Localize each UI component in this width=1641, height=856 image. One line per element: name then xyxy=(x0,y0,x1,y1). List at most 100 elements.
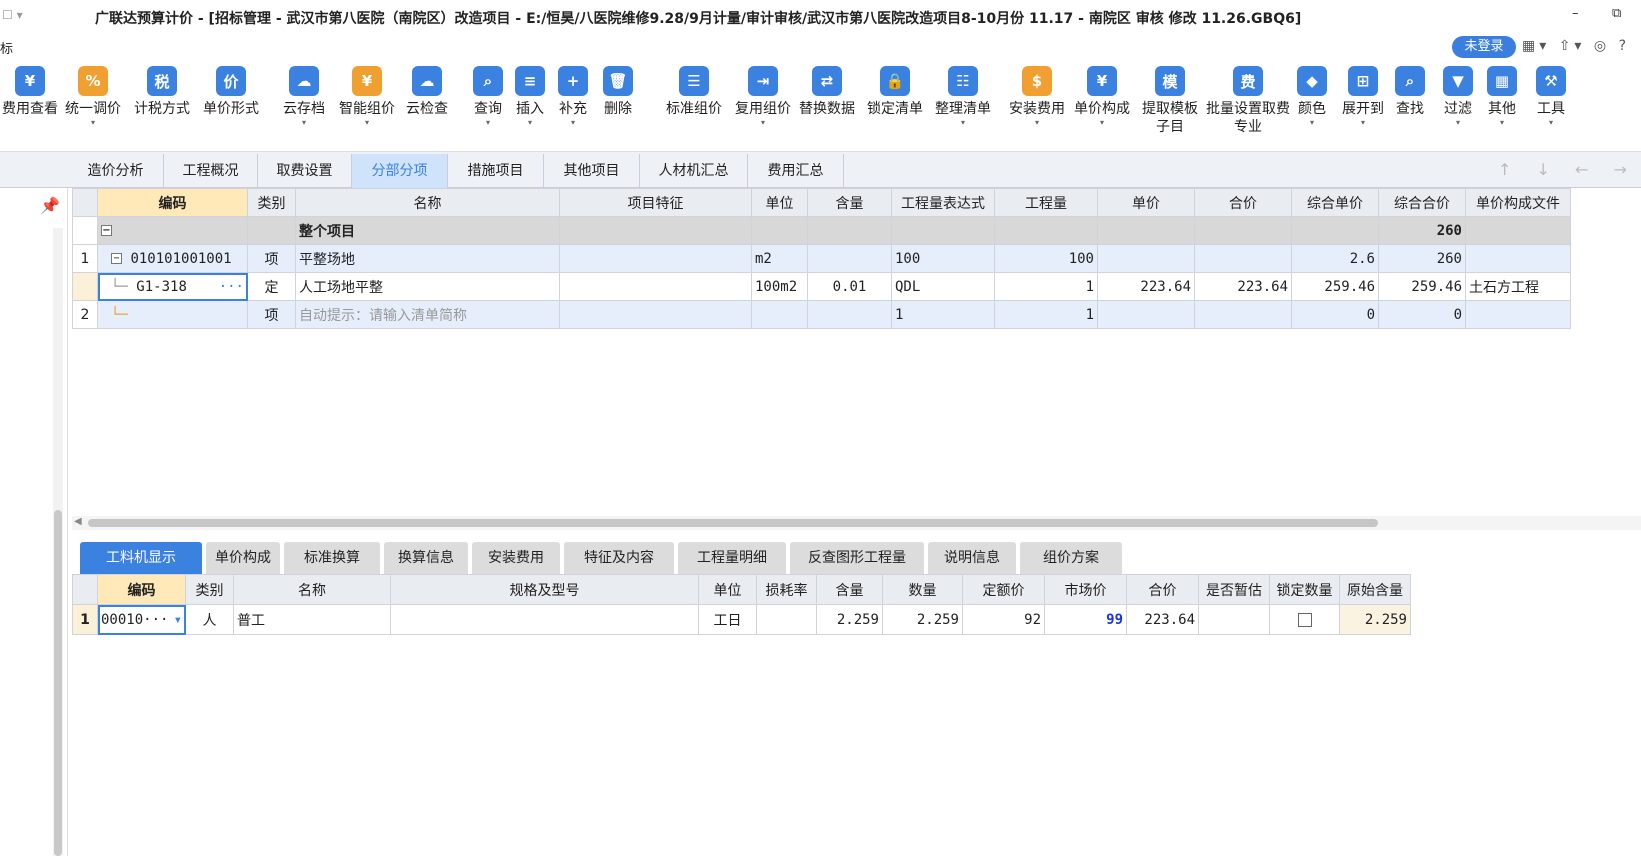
col-code[interactable]: 编码 xyxy=(97,188,248,217)
toolbar-button-10[interactable]: 🗑 删除 xyxy=(598,66,638,148)
toolbar-button-1[interactable]: % 统一调价 ▾ xyxy=(62,66,124,148)
detail-tab-7[interactable]: 反查图形工程量 xyxy=(790,542,924,574)
col-res-quota[interactable]: 定额价 xyxy=(962,574,1045,605)
toolbar-button-6[interactable]: ☁ 云检查 xyxy=(400,66,454,148)
chevron-down-icon[interactable]: ▾ xyxy=(1338,118,1388,128)
col-expr[interactable]: 工程量表达式 xyxy=(891,188,995,217)
more-button[interactable]: ··· xyxy=(219,279,244,295)
detail-tab-2[interactable]: 标准换算 xyxy=(284,542,380,574)
chevron-down-icon[interactable]: ▾ xyxy=(553,118,593,128)
detail-tab-6[interactable]: 工程量明细 xyxy=(678,542,786,574)
menu-item-bid[interactable]: 标 xyxy=(0,38,13,57)
chevron-down-icon[interactable]: ▾ xyxy=(174,612,182,628)
chevron-down-icon[interactable]: ▾ xyxy=(1068,118,1136,128)
table-row[interactable]: 1 00010··· ▾ 人 普工 工日 2.259 2.259 92 99 22… xyxy=(72,604,1411,635)
menu-right-icons[interactable]: ▦▾ ⇧▾ ◎ ? xyxy=(1522,38,1630,54)
col-type[interactable]: 类别 xyxy=(247,188,296,217)
chevron-down-icon[interactable]: ▾ xyxy=(336,118,398,128)
col-total[interactable]: 合价 xyxy=(1194,188,1292,217)
table-row[interactable]: 2 └─ 项 自动提示：请输入清单简称 1 1 0 0 xyxy=(72,300,1571,329)
pin-icon[interactable]: 📌 xyxy=(40,196,60,215)
vertical-scrollbar[interactable] xyxy=(53,228,63,856)
nav-arrows-icon[interactable]: ↑ ↓ ← → xyxy=(1498,160,1637,179)
detail-tab-1[interactable]: 单价构成 xyxy=(206,542,280,574)
detail-tab-9[interactable]: 组价方案 xyxy=(1020,542,1122,574)
col-res-unit[interactable]: 单位 xyxy=(698,574,757,605)
tab-1[interactable]: 工程概况 xyxy=(164,154,258,188)
toolbar-button-3[interactable]: 价单价形式 xyxy=(196,66,266,148)
toolbar-button-19[interactable]: 费批量设置取费专业 xyxy=(1206,66,1290,148)
col-res-qty[interactable]: 数量 xyxy=(882,574,963,605)
scroll-left-icon[interactable]: ◀ xyxy=(74,516,82,527)
toolbar-button-20[interactable]: ◆ 颜色 ▾ xyxy=(1290,66,1334,148)
tab-4[interactable]: 措施项目 xyxy=(448,154,544,188)
lock-quantity-checkbox[interactable] xyxy=(1297,612,1312,627)
toolbar-button-17[interactable]: ¥ 单价构成 ▾ xyxy=(1068,66,1136,148)
col-unit[interactable]: 单位 xyxy=(751,188,808,217)
toolbar-button-5[interactable]: ¥ 智能组价 ▾ xyxy=(336,66,398,148)
toolbar-button-22[interactable]: ⌕ 查找 xyxy=(1388,66,1432,148)
chevron-down-icon[interactable]: ▾ xyxy=(62,118,124,128)
toolbar-button-18[interactable]: 模提取模板子目 xyxy=(1136,66,1204,148)
maximize-button[interactable]: ⧉ xyxy=(1612,6,1621,21)
table-row[interactable]: └─ G1-318 ··· 定 人工场地平整 100m2 0.01 QDL 1 2… xyxy=(72,272,1571,301)
col-content[interactable]: 含量 xyxy=(807,188,892,217)
toolbar-button-2[interactable]: 税计税方式 xyxy=(128,66,196,148)
col-comp-total[interactable]: 综合合价 xyxy=(1378,188,1466,217)
chevron-down-icon[interactable]: ▾ xyxy=(1006,118,1068,128)
toolbar-button-25[interactable]: ⚒ 工具 ▾ xyxy=(1528,66,1574,148)
col-res-estimate[interactable]: 是否暂估 xyxy=(1198,574,1270,605)
chevron-down-icon[interactable]: ▾ xyxy=(1436,118,1480,128)
col-res-name[interactable]: 名称 xyxy=(233,574,391,605)
col-file[interactable]: 单价构成文件 xyxy=(1465,188,1571,217)
toolbar-button-4[interactable]: ☁ 云存档 ▾ xyxy=(278,66,330,148)
toolbar-button-7[interactable]: ⌕ 查询 ▾ xyxy=(468,66,508,148)
col-res-code[interactable]: 编码 xyxy=(97,574,186,605)
tab-3[interactable]: 分部分项 xyxy=(352,154,448,188)
chevron-down-icon[interactable]: ▾ xyxy=(930,118,996,128)
toolbar-button-0[interactable]: ¥ 费用查看 xyxy=(0,66,60,148)
login-button[interactable]: 未登录 xyxy=(1452,36,1516,58)
col-res-type[interactable]: 类别 xyxy=(185,574,234,605)
detail-tab-0[interactable]: 工料机显示 xyxy=(80,542,202,574)
toolbar-button-23[interactable]: ▼ 过滤 ▾ xyxy=(1436,66,1480,148)
toolbar-button-11[interactable]: ☰ 标准组价 xyxy=(658,66,730,148)
col-res-total[interactable]: 合价 xyxy=(1126,574,1199,605)
detail-tab-5[interactable]: 特征及内容 xyxy=(564,542,674,574)
minimize-button[interactable]: – xyxy=(1572,6,1579,21)
collapse-icon[interactable]: − xyxy=(111,253,122,264)
toolbar-button-14[interactable]: 🔒 锁定清单 xyxy=(862,66,928,148)
chevron-down-icon[interactable]: ▾ xyxy=(468,118,508,128)
col-res-loss[interactable]: 损耗率 xyxy=(756,574,817,605)
col-res-spec[interactable]: 规格及型号 xyxy=(390,574,699,605)
chevron-down-icon[interactable]: ▾ xyxy=(1480,118,1524,128)
chevron-down-icon[interactable]: ▾ xyxy=(1290,118,1334,128)
table-row[interactable]: 1 − 010101001001 项 平整场地 m2 100 100 2.6 2… xyxy=(72,244,1571,273)
col-name[interactable]: 名称 xyxy=(295,188,560,217)
tab-6[interactable]: 人材机汇总 xyxy=(640,154,748,188)
horizontal-scrollbar[interactable]: ◀ xyxy=(72,516,1641,530)
col-comp-price[interactable]: 综合单价 xyxy=(1291,188,1379,217)
col-feature[interactable]: 项目特征 xyxy=(559,188,752,217)
toolbar-button-16[interactable]: $ 安装费用 ▾ xyxy=(1006,66,1068,148)
col-res-content[interactable]: 含量 xyxy=(816,574,883,605)
toolbar-button-21[interactable]: ⊞ 展开到 ▾ xyxy=(1338,66,1388,148)
toolbar-button-9[interactable]: + 补充 ▾ xyxy=(553,66,593,148)
col-price[interactable]: 单价 xyxy=(1097,188,1195,217)
chevron-down-icon[interactable]: ▾ xyxy=(278,118,330,128)
collapse-icon[interactable]: − xyxy=(101,225,112,236)
chevron-down-icon[interactable]: ▾ xyxy=(1528,118,1574,128)
tab-7[interactable]: 费用汇总 xyxy=(748,154,844,188)
scroll-thumb[interactable] xyxy=(88,519,1378,527)
chevron-down-icon[interactable]: ▾ xyxy=(732,118,794,128)
col-res-market[interactable]: 市场价 xyxy=(1044,574,1127,605)
quick-access-icon[interactable]: ☐ ▾ xyxy=(2,8,23,22)
detail-tab-8[interactable]: 说明信息 xyxy=(928,542,1016,574)
toolbar-button-12[interactable]: ⇥ 复用组价 ▾ xyxy=(732,66,794,148)
scroll-thumb[interactable] xyxy=(54,510,62,856)
toolbar-button-13[interactable]: ⇄ 替换数据 xyxy=(794,66,860,148)
toolbar-button-15[interactable]: ☷ 整理清单 ▾ xyxy=(930,66,996,148)
tab-0[interactable]: 造价分析 xyxy=(68,154,164,188)
col-qty[interactable]: 工程量 xyxy=(994,188,1098,217)
detail-tab-3[interactable]: 换算信息 xyxy=(384,542,468,574)
